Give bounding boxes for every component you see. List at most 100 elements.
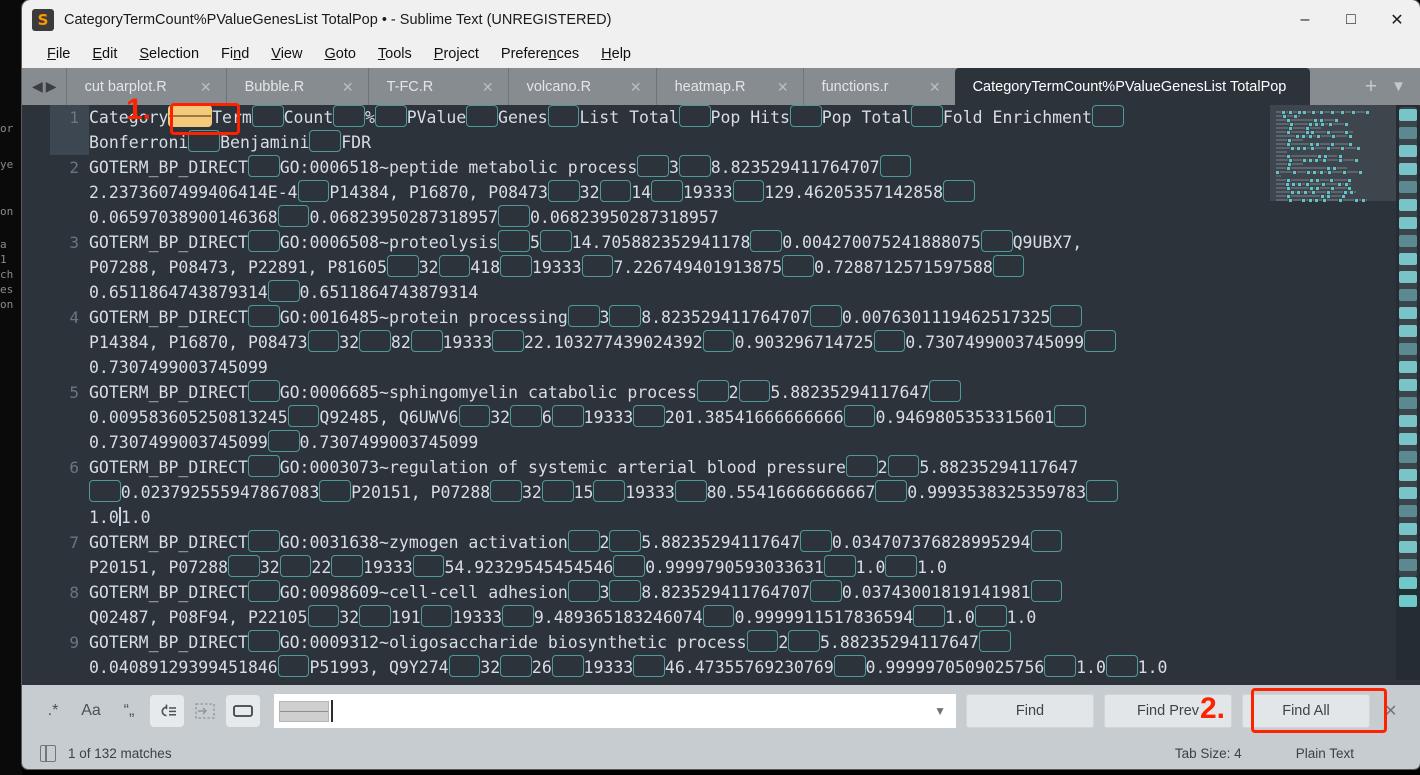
tab-match-highlight[interactable] [702,330,735,352]
tab-match-highlight[interactable] [247,155,280,177]
tab-match-highlight[interactable] [702,605,735,627]
find-prev-button[interactable]: Find Prev [1104,694,1232,728]
tab-match-highlight[interactable] [319,480,352,502]
tab-match-highlight[interactable] [551,655,584,677]
tab-match-highlight[interactable] [228,555,260,577]
tab-match-highlight[interactable] [911,105,943,127]
tab-match-highlight[interactable] [845,455,878,477]
tab-match-highlight[interactable] [782,255,814,277]
tab-match-highlight[interactable] [547,105,580,127]
tab-match-highlight[interactable] [297,180,330,202]
find-button[interactable]: Find [966,694,1094,728]
tab-match-highlight[interactable] [913,605,946,627]
tab-match-highlight[interactable] [438,255,471,277]
tab-match-highlight[interactable] [247,305,280,327]
tab-match-highlight[interactable] [678,155,711,177]
tab-match-highlight[interactable] [1105,655,1138,677]
tab-match-highlight[interactable] [448,655,481,677]
tab-close-icon[interactable]: ✕ [777,80,789,94]
tab-match-highlight[interactable] [978,630,1011,652]
tab-match-highlight[interactable] [551,405,584,427]
tab-match-highlight[interactable] [750,230,783,252]
tab-match-highlight[interactable] [500,255,532,277]
tab-match-highlight[interactable] [609,530,642,552]
tab-match-highlight[interactable] [359,605,391,627]
tab-match-highlight[interactable] [696,380,729,402]
code-line[interactable]: GOTERM_BP_DIRECT GO:0006685~sphingomyelin… [89,380,1270,405]
tab-match-highlight[interactable] [943,180,975,202]
code-line[interactable]: GOTERM_BP_DIRECT GO:0098609~cell-cell adh… [89,580,1270,605]
code-line[interactable]: GOTERM_BP_DIRECT GO:0031638~zymogen activ… [89,530,1270,555]
tab-match-highlight[interactable] [412,555,445,577]
tab-match-highlight[interactable] [547,180,580,202]
tab-match-highlight[interactable] [810,305,842,327]
find-panel-close-icon[interactable]: ✕ [1384,701,1397,721]
tab-match-highlight[interactable] [567,305,600,327]
whole-word-toggle-icon[interactable]: “„ [112,695,146,727]
maximize-button[interactable]: □ [1328,0,1374,40]
tab-match-highlight[interactable] [510,405,542,427]
tab-match-highlight[interactable] [609,580,642,602]
tab-match-highlight[interactable] [420,605,453,627]
tab-match-highlight[interactable] [678,105,711,127]
menu-item-file[interactable]: File [36,44,81,64]
tab-match-highlight[interactable] [287,405,320,427]
tab-match-highlight[interactable] [823,555,856,577]
tab-match-highlight[interactable] [89,480,121,502]
tab-match-highlight[interactable] [277,205,310,227]
code-line[interactable]: 0.7307499003745099 0.7307499003745099 [89,430,1270,455]
tab-match-highlight[interactable] [1086,480,1118,502]
tab-match-highlight[interactable] [387,255,419,277]
tab-match-highlight[interactable] [843,405,876,427]
new-tab-icon[interactable]: + [1365,75,1377,99]
code-line[interactable]: 0.06597038900146368 0.06823950287318957 0.… [89,205,1270,230]
tab-bubble-r[interactable]: Bubble.R ✕ [225,68,368,105]
tab-match-highlight[interactable] [974,605,1007,627]
tab-match-highlight[interactable] [277,655,310,677]
tab-match-highlight[interactable] [279,555,312,577]
tab-match-highlight[interactable] [247,530,280,552]
find-history-dropdown-icon[interactable]: ▼ [934,704,946,718]
scrollbar-thumb[interactable] [1399,107,1417,577]
tab-match-highlight[interactable] [333,105,366,127]
find-all-button[interactable]: Find All [1242,694,1370,728]
tab-match-highlight[interactable] [309,130,342,152]
tab-match-highlight[interactable] [267,430,300,452]
tab-cut-barplot-r[interactable]: cut barplot.R ✕ [65,68,226,105]
tab-match-highlight[interactable] [581,255,614,277]
minimize-button[interactable]: – [1282,0,1328,40]
tab-match-highlight[interactable] [833,655,866,677]
find-input[interactable]: ▼ [274,694,956,728]
syntax-status[interactable]: Plain Text [1296,746,1354,761]
tab-match-highlight[interactable] [674,480,707,502]
tab-close-icon[interactable]: ✕ [630,80,642,94]
code-line[interactable]: P20151, P07288 32 22 19333 54.92329545454546… [89,555,1270,580]
menu-item-help[interactable]: Help [590,44,642,64]
minimap[interactable] [1270,105,1396,680]
tab-match-highlight[interactable] [746,630,779,652]
tab-match-highlight[interactable] [738,380,771,402]
code-content[interactable]: Category Term Count% PValue Genes List Total P… [89,105,1270,680]
tab-match-highlight[interactable] [875,480,908,502]
tab-match-highlight[interactable] [609,305,642,327]
tab-match-highlight[interactable] [1091,105,1124,127]
tab-match-highlight[interactable] [247,580,280,602]
code-line[interactable]: 0.04089129399451846 P51993, Q9Y274 32 26 193… [89,655,1270,680]
code-line[interactable]: Q02487, P08F94, P22105 32 191 19333 9.489365… [89,605,1270,630]
menu-item-preferences[interactable]: Preferences [490,44,590,64]
tab-match-highlight[interactable] [541,480,574,502]
code-line[interactable]: GOTERM_BP_DIRECT GO:0009312~oligosacchari… [89,630,1270,655]
menu-item-tools[interactable]: Tools [367,44,423,64]
tab-match-highlight[interactable] [410,330,443,352]
tab-match-highlight[interactable] [502,605,534,627]
tab-match-highlight[interactable] [790,105,822,127]
tab-match-highlight[interactable] [887,455,920,477]
tab-match-highlight[interactable] [613,555,646,577]
code-line[interactable]: GOTERM_BP_DIRECT GO:0006518~peptide metab… [89,155,1270,180]
menu-item-find[interactable]: Find [210,44,260,64]
tab-match-highlight[interactable] [1084,330,1116,352]
tab-match-highlight[interactable] [800,530,832,552]
tab-close-icon[interactable]: ✕ [342,80,354,94]
wrap-toggle-icon[interactable] [150,695,184,727]
tab-match-highlight[interactable] [247,630,280,652]
